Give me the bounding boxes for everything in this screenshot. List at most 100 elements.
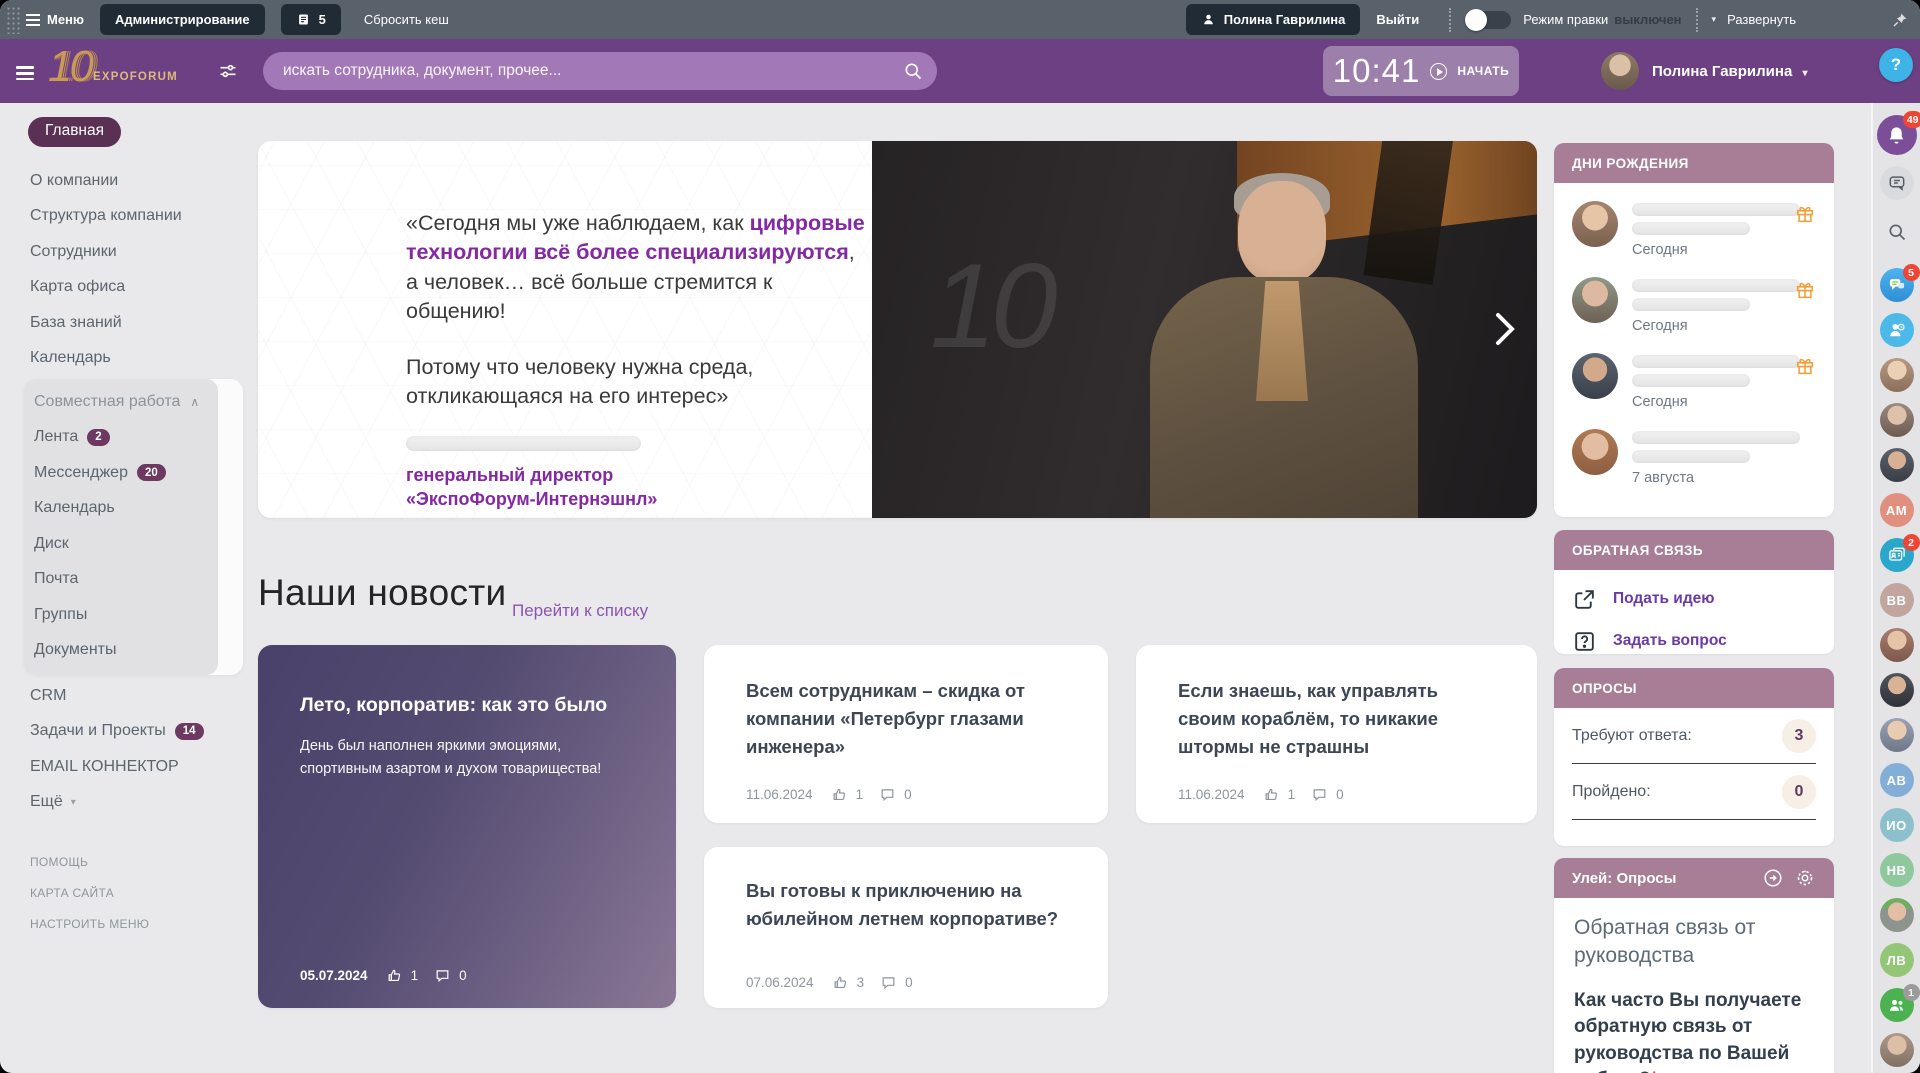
avatar[interactable] xyxy=(1572,201,1618,247)
like-icon[interactable] xyxy=(1263,786,1280,803)
recent-contact-avatar[interactable]: НВ xyxy=(1880,853,1914,887)
sidebar-item-employees[interactable]: Сотрудники xyxy=(0,234,250,270)
submit-idea-link[interactable]: Подать идею xyxy=(1554,579,1834,619)
news-card[interactable]: Всем сотрудникам – скидка от компании «П… xyxy=(704,645,1108,823)
sidebar-link-sitemap[interactable]: КАРТА САЙТА xyxy=(0,877,250,908)
hamburger-menu-icon[interactable] xyxy=(16,63,34,84)
comment-icon[interactable] xyxy=(880,974,897,991)
admin-menu-button[interactable]: Меню xyxy=(26,11,84,29)
gift-icon[interactable] xyxy=(1794,203,1816,225)
sidebar-item-calendar[interactable]: Календарь xyxy=(0,341,250,377)
filter-sliders-icon[interactable] xyxy=(218,61,238,81)
sidebar-item-calendar-2[interactable]: Календарь xyxy=(28,491,243,527)
recent-contact-avatar[interactable] xyxy=(1880,1033,1914,1067)
sidebar-item-about[interactable]: О компании xyxy=(0,163,250,199)
administration-button[interactable]: Администрирование xyxy=(100,4,265,35)
sidebar-item-email-connector[interactable]: EMAIL КОННЕКТОР xyxy=(0,749,250,785)
birthday-entry[interactable]: 7 августа xyxy=(1572,419,1816,495)
issues-counter-button[interactable]: 5 xyxy=(281,4,341,35)
recent-contact-avatar[interactable] xyxy=(1880,448,1914,482)
recent-contact-avatar[interactable] xyxy=(1880,718,1914,752)
go-to-arrow-icon[interactable] xyxy=(1762,867,1784,889)
user-menu[interactable]: Полина Гаврилина ▾ xyxy=(1652,63,1812,80)
notifications-button[interactable]: 49 xyxy=(1877,115,1917,155)
news-card-featured[interactable]: Лето, корпоратив: как это было День был … xyxy=(258,645,676,1008)
recent-contact-avatar[interactable] xyxy=(1880,673,1914,707)
recent-contact-avatar[interactable] xyxy=(1880,898,1914,932)
sidebar-item-knowledge-base[interactable]: База знаний xyxy=(0,305,250,341)
sidebar-item-documents[interactable]: Документы xyxy=(28,633,243,669)
avatar[interactable] xyxy=(1572,353,1618,399)
sidebar-item-structure[interactable]: Структура компании xyxy=(0,199,250,235)
expand-button[interactable]: ▾ Развернуть xyxy=(1712,12,1796,27)
like-icon[interactable] xyxy=(831,786,848,803)
recent-contact-avatar[interactable]: ИО xyxy=(1880,808,1914,842)
user-avatar[interactable] xyxy=(1601,52,1639,90)
recent-contact-avatar[interactable] xyxy=(1880,358,1914,392)
like-icon[interactable] xyxy=(386,967,403,984)
worktime-widget[interactable]: 10:41 НАЧАТЬ xyxy=(1323,46,1519,96)
news-card[interactable]: Вы готовы к приключению на юбилейном лет… xyxy=(704,847,1108,1008)
group-chat-button[interactable]: 1 xyxy=(1880,988,1914,1022)
sidebar-item-mail[interactable]: Почта xyxy=(28,562,243,598)
reset-cache-button[interactable]: Сбросить кеш xyxy=(357,12,449,27)
polls-need-answer-row[interactable]: Требуют ответа: 3 xyxy=(1572,708,1816,764)
news-card[interactable]: Если знаешь, как управлять своим кораблё… xyxy=(1136,645,1537,823)
sidebar-item-crm[interactable]: CRM xyxy=(0,678,250,714)
edit-mode-toggle[interactable] xyxy=(1465,11,1511,29)
recent-contact-avatar[interactable] xyxy=(1880,628,1914,662)
sidebar-item-tasks[interactable]: Задачи и Проекты14 xyxy=(0,714,250,750)
sidebar-item-office-map[interactable]: Карта офиса xyxy=(0,270,250,306)
sidebar-item-messenger[interactable]: Мессенджер20 xyxy=(28,455,243,491)
slider-next-button[interactable] xyxy=(1485,309,1525,349)
gear-icon[interactable] xyxy=(1794,867,1816,889)
messenger-dock-button[interactable]: 5 xyxy=(1880,268,1914,302)
sidebar-item-groups[interactable]: Группы xyxy=(28,597,243,633)
comment-icon[interactable] xyxy=(434,967,451,984)
admin-top-bar: Меню Администрирование 5 Сбросить кеш По… xyxy=(0,0,1920,39)
help-button[interactable]: ? xyxy=(1879,48,1913,82)
sidebar-link-configure-menu[interactable]: НАСТРОИТЬ МЕНЮ xyxy=(0,908,250,939)
crm-card-button[interactable]: 2 xyxy=(1880,538,1914,572)
feed-dock-button[interactable] xyxy=(1880,166,1914,200)
ask-question-link[interactable]: Задать вопрос xyxy=(1554,621,1834,654)
recent-contact-avatar[interactable] xyxy=(1880,403,1914,437)
pin-icon[interactable] xyxy=(1892,12,1908,28)
sidebar-link-help[interactable]: ПОМОЩЬ xyxy=(0,846,250,877)
sidebar-item-disk[interactable]: Диск xyxy=(28,526,243,562)
sidebar-item-home[interactable]: Главная xyxy=(28,117,121,147)
menu-icon xyxy=(26,11,40,29)
birthday-entry[interactable]: Сегодня xyxy=(1572,267,1816,343)
admin-user-button[interactable]: Полина Гаврилина xyxy=(1186,4,1361,35)
recent-contact-avatar[interactable]: AB xyxy=(1880,763,1914,797)
polls-completed-row[interactable]: Пройдено: 0 xyxy=(1572,764,1816,820)
news-section-title: Наши новости xyxy=(258,572,506,614)
search-input[interactable] xyxy=(283,62,893,80)
sidebar-item-feed[interactable]: Лента2 xyxy=(28,420,243,456)
logout-button[interactable]: Выйти xyxy=(1376,12,1419,27)
avatar[interactable] xyxy=(1572,429,1618,475)
birthday-entry[interactable]: Сегодня xyxy=(1572,343,1816,419)
gift-icon[interactable] xyxy=(1794,279,1816,301)
hive-polls-panel: Улей: Опросы Обратная связь от руководст… xyxy=(1554,858,1834,1073)
like-count: 1 xyxy=(1288,787,1296,802)
recent-contact-avatar[interactable]: ЛВ xyxy=(1880,943,1914,977)
chevron-up-icon: ∧ xyxy=(190,395,199,409)
comment-icon[interactable] xyxy=(879,786,896,803)
comment-icon[interactable] xyxy=(1311,786,1328,803)
dock-search-button[interactable] xyxy=(1880,215,1914,249)
like-icon[interactable] xyxy=(832,974,849,991)
news-goto-list-link[interactable]: Перейти к списку xyxy=(512,601,648,621)
recent-contact-avatar[interactable]: BB xyxy=(1880,583,1914,617)
logo-number: 10 xyxy=(48,45,91,89)
search-icon[interactable] xyxy=(903,61,923,81)
recent-contact-avatar[interactable]: AM xyxy=(1880,493,1914,527)
birthday-entry[interactable]: Сегодня xyxy=(1572,191,1816,267)
sidebar-group-title[interactable]: Совместная работа ∧ xyxy=(28,384,243,420)
company-logo[interactable]: 10 EXPOFORUM xyxy=(48,45,178,89)
gift-icon[interactable] xyxy=(1794,355,1816,377)
sidebar-item-more[interactable]: Ещё▾ xyxy=(0,785,250,821)
people-icon xyxy=(1887,995,1907,1015)
employee-time-button[interactable] xyxy=(1880,313,1914,347)
avatar[interactable] xyxy=(1572,277,1618,323)
